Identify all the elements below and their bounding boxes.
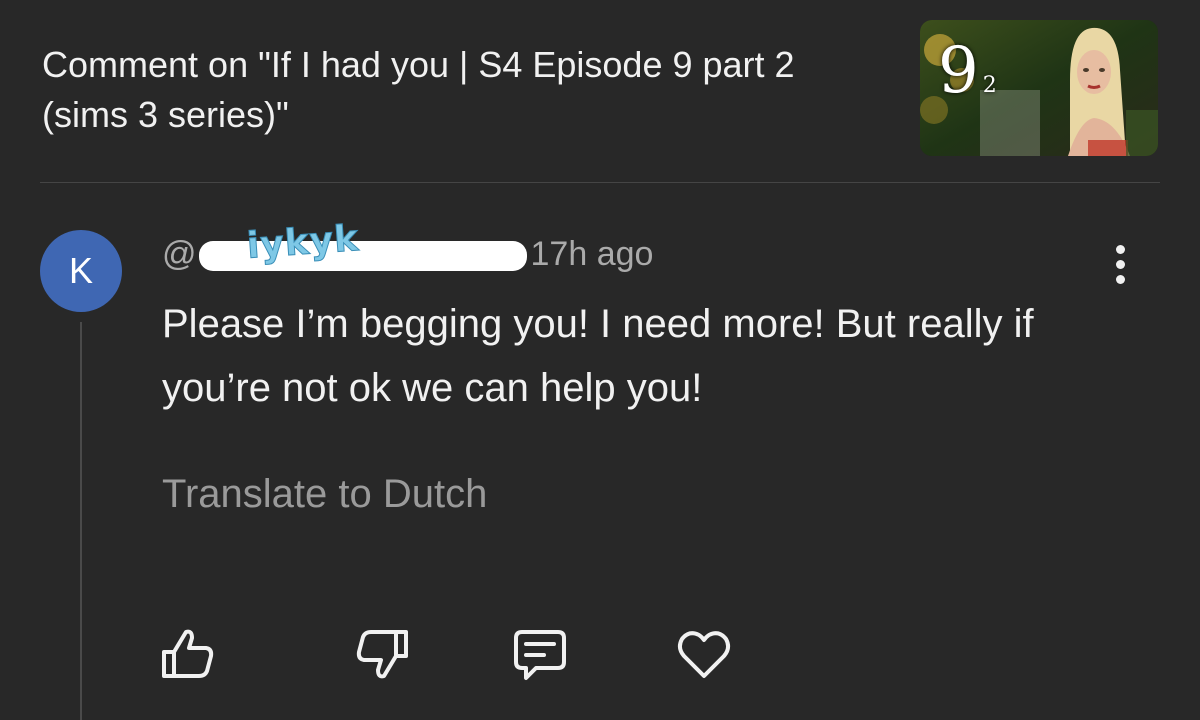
dislike-button[interactable]	[352, 624, 412, 684]
thumbs-down-icon	[356, 630, 408, 679]
heart-button[interactable]	[674, 624, 734, 684]
redaction-scribble: iykyk	[245, 218, 361, 268]
like-button[interactable]	[158, 624, 218, 684]
thumbs-up-icon	[162, 629, 214, 678]
reply-button[interactable]	[510, 624, 570, 684]
redacted-username: iykyk	[198, 218, 527, 272]
comment-context-title: Comment on "If I had you | S4 Episode 9 …	[42, 44, 795, 135]
comment-text: Please I’m begging you! I need more! But…	[162, 302, 1034, 410]
thread-line	[80, 322, 82, 720]
avatar[interactable]: K	[40, 230, 122, 312]
header-divider	[40, 182, 1160, 183]
more-options-button[interactable]	[1098, 240, 1142, 288]
translate-button[interactable]: Translate to Dutch	[162, 468, 487, 520]
more-vert-icon	[1115, 244, 1125, 254]
more-vert-icon-dot	[1115, 274, 1125, 284]
author-handle-prefix[interactable]: @	[162, 235, 197, 273]
heart-icon	[677, 631, 731, 678]
comment-timestamp: 17h ago	[530, 235, 654, 273]
comment-icon	[514, 630, 566, 680]
comment-meta: @ iykyk 17h ago	[162, 218, 654, 276]
thumbnail-episode-number: 92	[938, 34, 997, 108]
more-vert-icon-dot	[1115, 259, 1125, 269]
video-thumbnail[interactable]: 92	[920, 20, 1158, 156]
